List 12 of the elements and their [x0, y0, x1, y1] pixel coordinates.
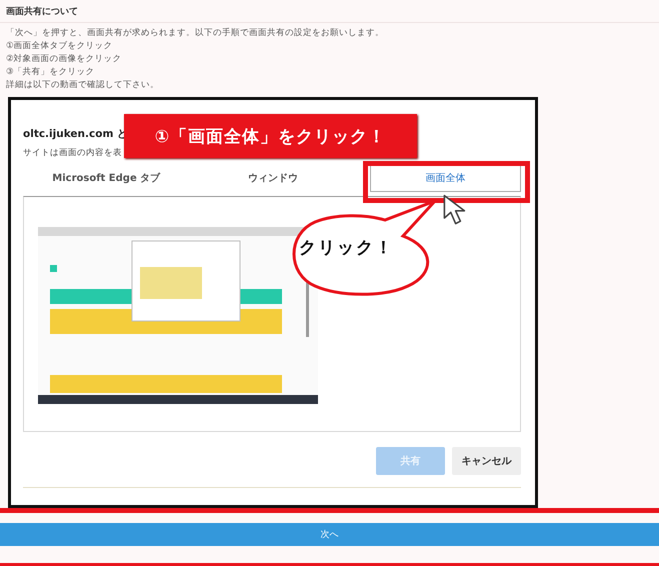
section-title: 画面共有について [6, 5, 78, 18]
tab[interactable]: 画面全体 [370, 164, 521, 192]
tab[interactable]: ウィンドウ [190, 164, 356, 192]
tab[interactable]: Microsoft Edge タブ [23, 164, 190, 192]
instruction-text: ①画面全体タブをクリック [6, 40, 114, 53]
instruction-text: ②対象画面の画像をクリック [6, 53, 123, 66]
instruction-text: 詳細は以下の動画で確認して下さい。 [6, 79, 160, 92]
instruction-text: ③「共有」をクリック [6, 66, 96, 79]
callout-banner: ①「画面全体」をクリック！ [124, 114, 417, 158]
instruction-text: 「次へ」を押すと、画面共有が求められます。以下の手順で画面共有の設定をお願いします。 [6, 27, 385, 40]
dialog-subtitle: サイトは画面の内容を表 [23, 147, 122, 159]
cancel-button[interactable]: キャンセル [452, 447, 521, 475]
